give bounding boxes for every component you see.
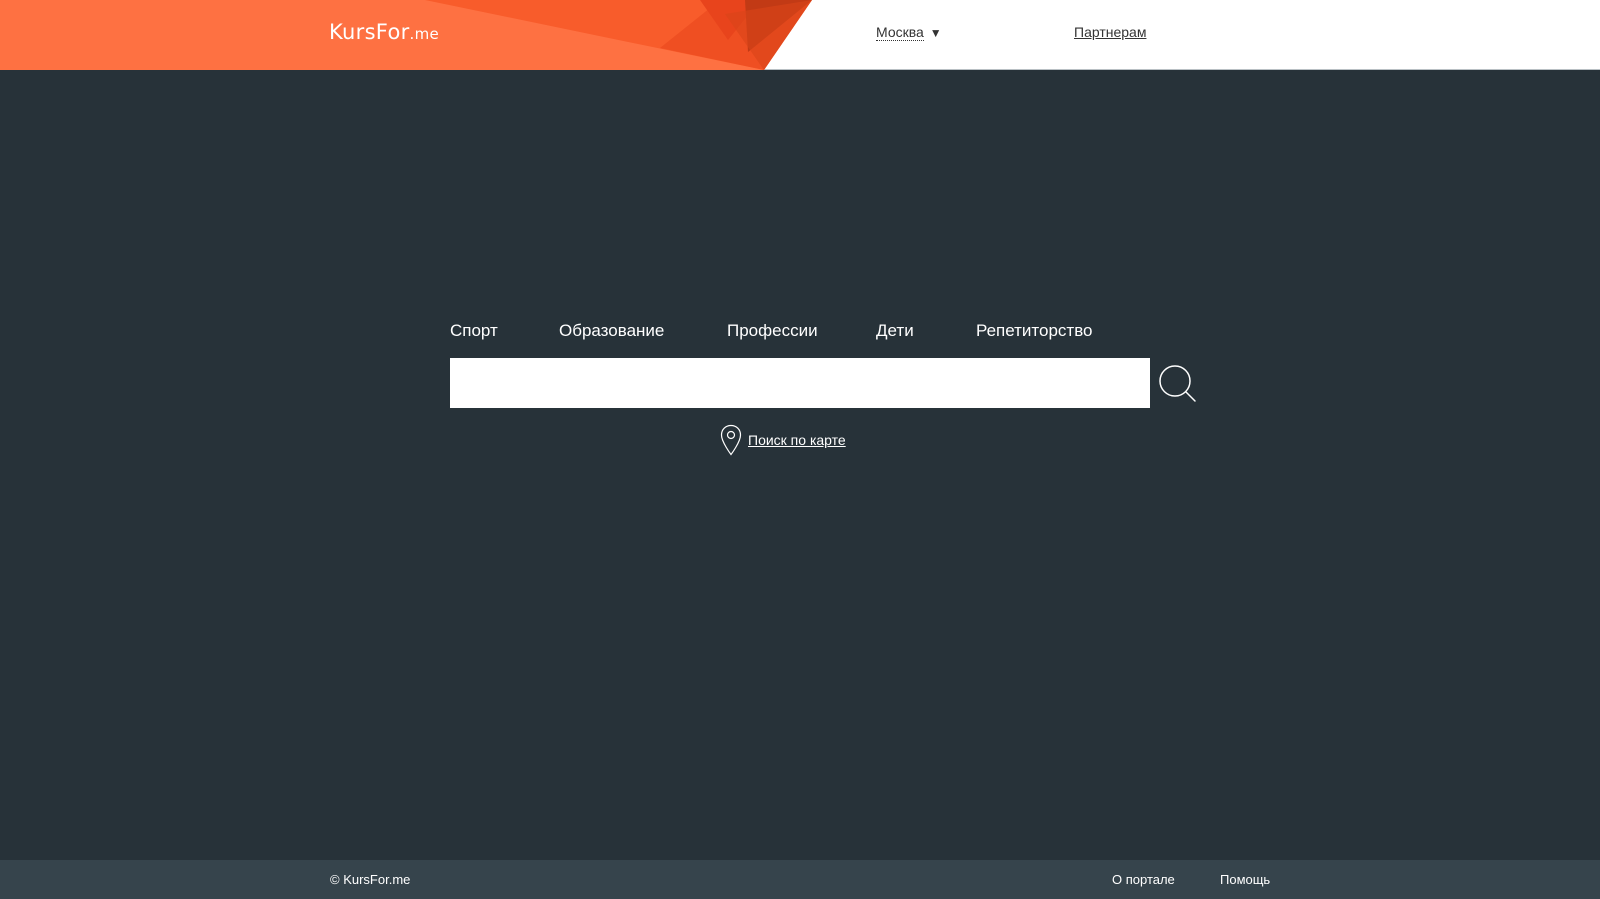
category-tutoring[interactable]: Репетиторство — [976, 321, 1093, 341]
footer-link-about[interactable]: О портале — [1112, 872, 1175, 887]
partners-link[interactable]: Партнерам — [1074, 24, 1146, 40]
footer-link-help[interactable]: Помощь — [1220, 872, 1270, 887]
category-education[interactable]: Образование — [559, 321, 664, 341]
logo-main: KursFor — [329, 20, 410, 44]
category-nav: Спорт Образование Профессии Дети Репетит… — [0, 321, 1600, 345]
site-header: KursFor.me Москва ▼ Партнерам — [0, 0, 1600, 70]
site-logo[interactable]: KursFor.me — [329, 20, 439, 44]
city-label: Москва — [876, 24, 924, 41]
search-input[interactable] — [450, 358, 1150, 408]
search-button[interactable] — [1158, 364, 1198, 404]
category-sport[interactable]: Спорт — [450, 321, 498, 341]
city-selector[interactable]: Москва ▼ — [876, 24, 942, 41]
copyright: © KursFor.me — [330, 872, 411, 887]
map-pin-icon — [720, 424, 742, 456]
logo-sub: .me — [409, 25, 440, 43]
category-professions[interactable]: Профессии — [727, 321, 818, 341]
site-footer: © KursFor.me О портале Помощь — [0, 860, 1600, 899]
map-search-link[interactable]: Поиск по карте — [720, 424, 846, 456]
search-icon — [1159, 365, 1196, 402]
chevron-down-icon: ▼ — [929, 26, 942, 40]
category-kids[interactable]: Дети — [876, 321, 914, 341]
map-search-label: Поиск по карте — [748, 432, 846, 448]
